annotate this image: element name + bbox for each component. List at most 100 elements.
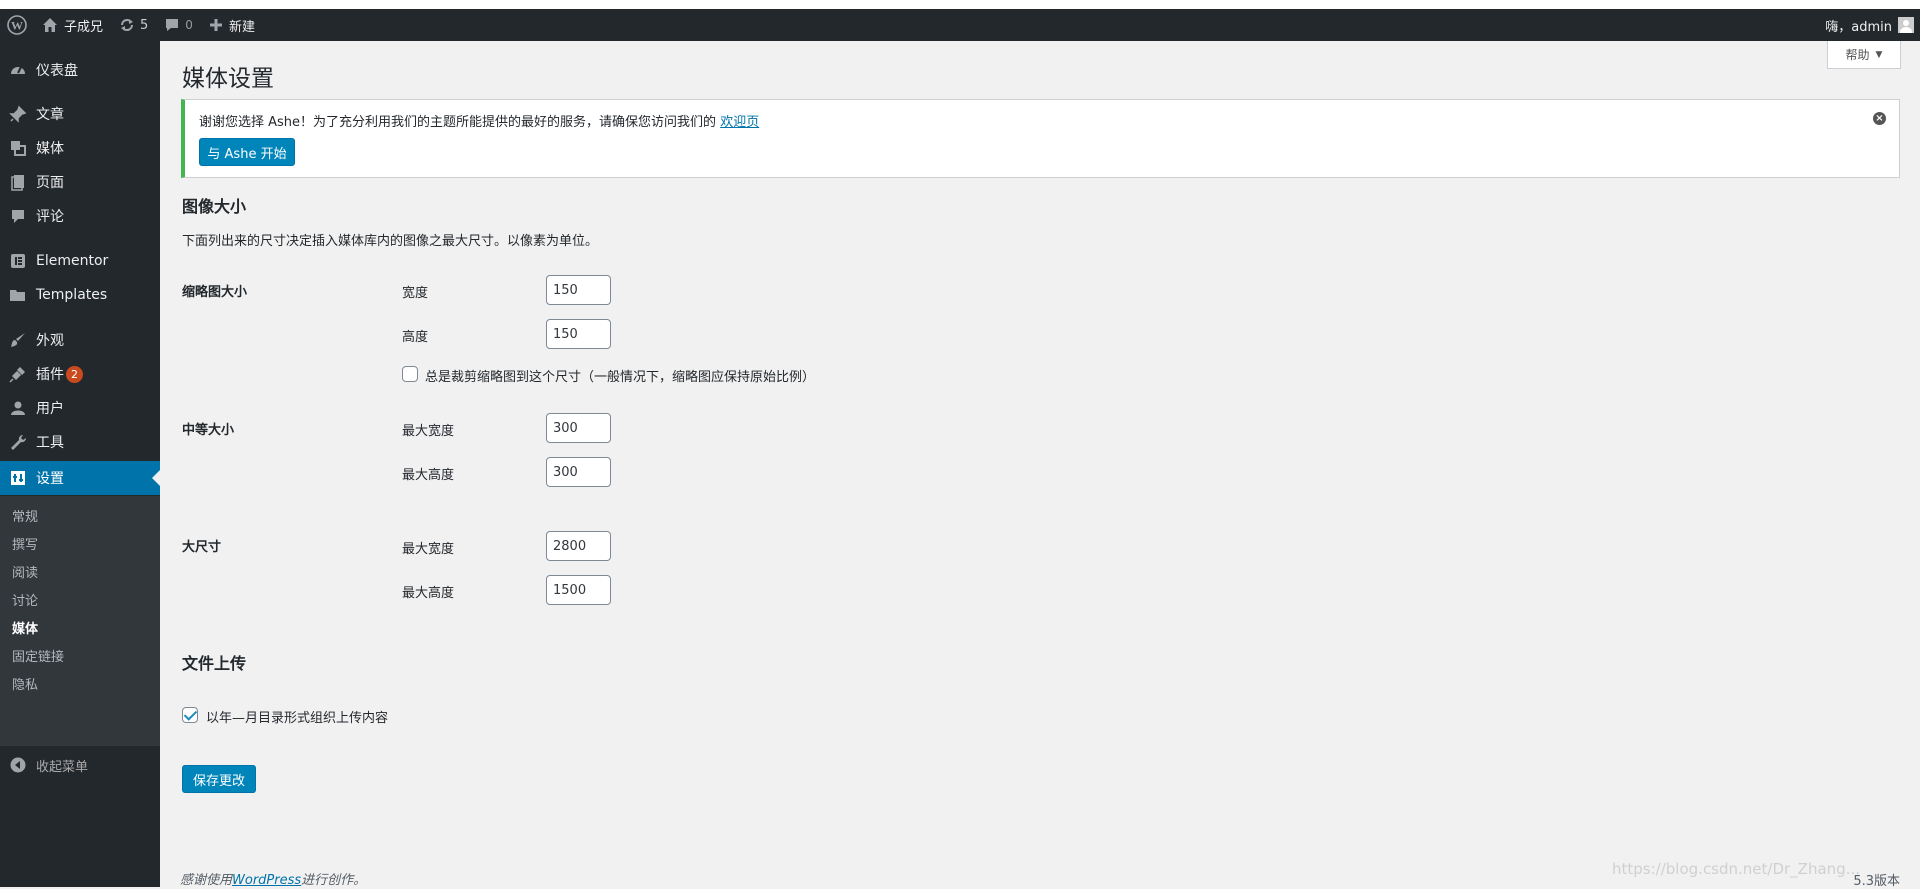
large-width-label: 最大宽度 — [402, 542, 455, 557]
sidebar-item-media[interactable]: 媒体 — [0, 131, 160, 165]
welcome-page-link[interactable]: 欢迎页 — [720, 115, 759, 130]
sidebar-label-plugins: 插件 — [36, 367, 64, 383]
image-sizes-description: 下面列出来的尺寸决定插入媒体库内的图像之最大尺寸。以像素为单位。 — [182, 234, 599, 249]
submenu-item-permalinks[interactable]: 固定链接 — [12, 646, 64, 665]
home-icon — [43, 18, 57, 32]
image-sizes-heading: 图像大小 — [182, 197, 247, 216]
comment-bubble-icon — [166, 19, 179, 31]
site-name-link[interactable]: 子成兄 — [34, 9, 111, 41]
sidebar-label-appearance: 外观 — [36, 333, 64, 349]
comment-icon — [12, 210, 24, 223]
wrench-icon — [11, 434, 27, 450]
large-size-label: 大尺寸 — [182, 540, 222, 555]
sidebar-item-appearance[interactable]: 外观 — [0, 323, 160, 357]
svg-text:W: W — [11, 19, 23, 33]
footer-version: 5.3版本 — [1853, 874, 1900, 889]
sidebar-item-templates[interactable]: Templates — [0, 278, 160, 312]
sidebar-label-elementor: Elementor — [36, 253, 109, 269]
elementor-icon — [11, 254, 25, 268]
sidebar-label-media: 媒体 — [36, 141, 64, 157]
sidebar-item-comments[interactable]: 评论 — [0, 199, 160, 233]
thumbnail-height-label: 高度 — [402, 330, 429, 345]
sidebar-label-posts: 文章 — [36, 107, 64, 123]
wordpress-link[interactable]: WordPress — [232, 873, 301, 888]
plugins-update-badge: 2 — [66, 365, 83, 383]
folder-icon — [10, 290, 25, 301]
submenu-item-writing[interactable]: 撰写 — [12, 534, 38, 553]
sidebar-label-dashboard: 仪表盘 — [36, 63, 78, 79]
user-icon — [11, 401, 25, 415]
help-tab-label: 帮助 — [1845, 48, 1870, 62]
collapse-menu-button[interactable]: 收起菜单 — [0, 748, 160, 782]
sidebar-item-users[interactable]: 用户 — [0, 391, 160, 425]
sidebar-label-settings: 设置 — [36, 471, 64, 487]
media-icon — [11, 141, 26, 156]
new-content-link[interactable]: 新建 — [201, 9, 263, 41]
footer-credit: 感谢使用WordPress进行创作。 — [180, 869, 366, 888]
large-width-input[interactable]: 2800 — [546, 531, 611, 561]
thumbnail-width-input[interactable]: 150 — [546, 275, 611, 305]
admin-sidebar: 仪表盘 文章 媒体 页面 评论 Elementor Templates 外观 插… — [0, 41, 160, 887]
comments-link[interactable]: 0 — [156, 9, 201, 41]
footer-prefix: 感谢使用 — [180, 873, 233, 888]
submenu-item-reading[interactable]: 阅读 — [12, 562, 38, 581]
sidebar-item-elementor[interactable]: Elementor — [0, 244, 160, 278]
sidebar-item-settings[interactable]: 设置 — [0, 461, 160, 495]
thumbnail-height-input[interactable]: 150 — [546, 319, 611, 349]
sidebar-item-dashboard[interactable]: 仪表盘 — [0, 53, 160, 87]
brush-icon — [11, 333, 25, 347]
new-label: 新建 — [228, 19, 255, 35]
help-tab-button[interactable]: 帮助 ▼ — [1827, 41, 1901, 69]
sidebar-label-tools: 工具 — [36, 435, 64, 451]
thumbnail-size-label: 缩略图大小 — [182, 285, 248, 300]
organize-uploads-label: 以年—月目录形式组织上传内容 — [206, 711, 389, 726]
thumbnail-width-label: 宽度 — [402, 286, 429, 301]
site-name: 子成兄 — [64, 19, 104, 35]
main-content: 帮助 ▼ 媒体设置 谢谢您选择 Ashe！为了充分利用我们的主题所能提供的最好的… — [160, 41, 1920, 889]
medium-width-label: 最大宽度 — [402, 424, 455, 439]
submenu-item-privacy[interactable]: 隐私 — [12, 674, 38, 693]
organize-uploads-checkbox[interactable] — [182, 707, 198, 723]
watermark-text: https://blog.csdn.net/Dr_Zhang... — [1612, 860, 1860, 878]
my-account-link[interactable]: 嗨，admin — [1825, 16, 1920, 35]
submenu-item-discussion[interactable]: 讨论 — [12, 590, 38, 609]
page-title: 媒体设置 — [182, 66, 274, 92]
sidebar-label-users: 用户 — [36, 401, 64, 417]
sidebar-item-plugins[interactable]: 插件 2 — [0, 357, 160, 391]
footer-suffix: 进行创作。 — [301, 873, 367, 888]
updates-icon — [121, 19, 134, 31]
plus-icon — [209, 19, 222, 31]
wordpress-logo-icon: W — [7, 15, 27, 35]
avatar — [1898, 17, 1914, 33]
plugin-icon — [9, 367, 25, 383]
start-with-ashe-button[interactable]: 与 Ashe 开始 — [199, 138, 295, 166]
sidebar-label-templates: Templates — [36, 287, 108, 303]
settings-icon — [11, 471, 25, 485]
medium-width-input[interactable]: 300 — [546, 413, 611, 443]
notice-text-line: 谢谢您选择 Ashe！为了充分利用我们的主题所能提供的最好的服务，请确保您访问我… — [199, 111, 759, 130]
sidebar-label-comments: 评论 — [36, 209, 64, 225]
submenu-item-general[interactable]: 常规 — [12, 506, 38, 525]
sidebar-item-posts[interactable]: 文章 — [0, 97, 160, 131]
dismiss-notice-icon[interactable]: × — [1873, 112, 1886, 125]
collapse-menu-label: 收起菜单 — [36, 759, 89, 775]
sidebar-item-tools[interactable]: 工具 — [0, 425, 160, 459]
dashboard-icon — [11, 66, 25, 74]
greeting-text: 嗨，admin — [1825, 19, 1892, 35]
updates-link[interactable]: 5 — [111, 9, 156, 41]
medium-height-input[interactable]: 300 — [546, 457, 611, 487]
crop-thumbnail-label: 总是裁剪缩略图到这个尺寸（一般情况下，缩略图应保持原始比例） — [425, 370, 816, 385]
sidebar-item-pages[interactable]: 页面 — [0, 165, 160, 199]
sidebar-label-pages: 页面 — [36, 175, 64, 191]
crop-thumbnail-checkbox[interactable] — [402, 366, 418, 382]
file-uploads-heading: 文件上传 — [182, 654, 247, 673]
updates-count: 5 — [140, 17, 149, 33]
page-icon — [11, 175, 24, 191]
chevron-down-icon: ▼ — [1875, 49, 1883, 60]
save-changes-button[interactable]: 保存更改 — [182, 765, 256, 793]
wordpress-logo-button[interactable]: W — [0, 9, 34, 41]
collapse-arrow-icon — [10, 757, 26, 773]
submenu-item-media[interactable]: 媒体 — [12, 618, 38, 637]
medium-size-label: 中等大小 — [182, 423, 235, 438]
large-height-input[interactable]: 1500 — [546, 575, 611, 605]
